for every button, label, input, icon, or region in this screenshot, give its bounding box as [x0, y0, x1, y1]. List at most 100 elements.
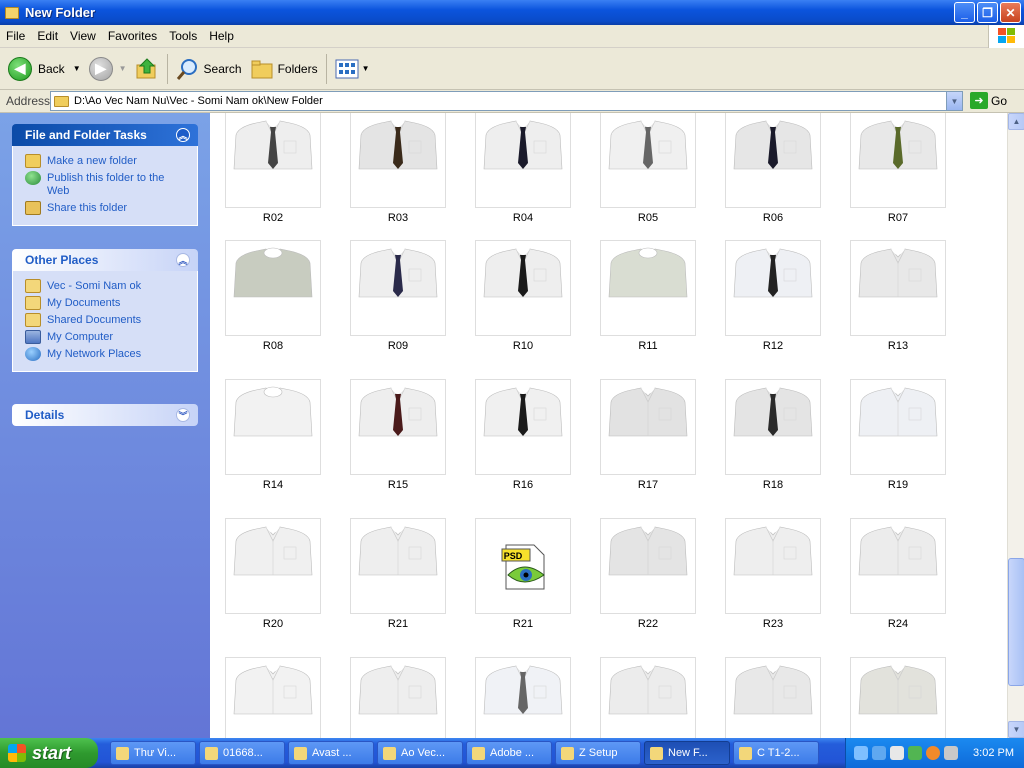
file-thumbnail: PSD	[475, 518, 571, 614]
taskbar-button[interactable]: 01668...	[199, 741, 285, 765]
shirt-thumbnail-image	[608, 120, 688, 170]
taskbar-button[interactable]: C T1-2...	[733, 741, 819, 765]
place-my-computer[interactable]: My Computer	[25, 330, 189, 344]
tray-ie-icon[interactable]	[872, 746, 886, 760]
file-item[interactable]: R04	[475, 113, 571, 224]
file-item[interactable]: R20	[225, 518, 321, 630]
menu-edit[interactable]: Edit	[31, 29, 64, 43]
file-item[interactable]: R09	[350, 240, 446, 352]
file-item[interactable]: R22	[600, 518, 696, 630]
title-bar[interactable]: New Folder _ ❐ ✕	[0, 0, 1024, 25]
taskbar-button-label: Thư Vi...	[134, 747, 177, 759]
vertical-scrollbar[interactable]: ▲ ▼	[1007, 113, 1024, 738]
file-item[interactable]	[600, 657, 696, 738]
file-item[interactable]: R08	[225, 240, 321, 352]
file-item[interactable]	[350, 657, 446, 738]
file-item[interactable]: R07	[850, 113, 946, 224]
shirt-thumbnail-image	[733, 248, 813, 298]
file-item[interactable]: R21	[350, 518, 446, 630]
taskbar-button[interactable]: Z Setup	[555, 741, 641, 765]
file-item[interactable]: R03	[350, 113, 446, 224]
search-button[interactable]: Search	[172, 52, 246, 86]
file-item[interactable]	[225, 657, 321, 738]
file-item[interactable]: R10	[475, 240, 571, 352]
file-item[interactable]: R16	[475, 379, 571, 491]
collapse-chevron-icon[interactable]: ︽	[176, 128, 190, 142]
collapse-chevron-icon[interactable]: ︽	[176, 253, 190, 267]
forward-dropdown-icon[interactable]: ▼	[119, 64, 127, 73]
taskbar-button[interactable]: Adobe ...	[466, 741, 552, 765]
menu-view[interactable]: View	[64, 29, 102, 43]
taskbar-button-label: C T1-2...	[757, 747, 800, 759]
tray-hand-icon[interactable]	[890, 746, 904, 760]
taskbar-button[interactable]: Ao Vec...	[377, 741, 463, 765]
tray-avast-icon[interactable]	[926, 746, 940, 760]
new-folder-icon	[25, 154, 41, 168]
go-button[interactable]: ➜ Go	[970, 92, 1007, 109]
menu-file[interactable]: File	[0, 29, 31, 43]
file-item[interactable]: R18	[725, 379, 821, 491]
tray-monitor-icon[interactable]	[854, 746, 868, 760]
file-item[interactable]: R05	[600, 113, 696, 224]
file-item[interactable]: R06	[725, 113, 821, 224]
taskbar-button-label: 01668...	[223, 747, 263, 759]
file-item[interactable]	[850, 657, 946, 738]
tray-network-icon[interactable]	[908, 746, 922, 760]
place-shared-documents[interactable]: Shared Documents	[25, 313, 189, 327]
scroll-down-button[interactable]: ▼	[1008, 721, 1024, 738]
task-label: Publish this folder to the Web	[47, 172, 165, 197]
file-item[interactable]: R23	[725, 518, 821, 630]
task-publish-folder[interactable]: Publish this folder to the Web	[25, 171, 189, 198]
tray-settings-icon[interactable]	[944, 746, 958, 760]
up-folder-button[interactable]	[131, 52, 163, 86]
forward-button[interactable]: ▶ ▼	[85, 52, 131, 86]
file-item[interactable]: R14	[225, 379, 321, 491]
taskbar-button[interactable]: Avast ...	[288, 741, 374, 765]
file-item[interactable]: R12	[725, 240, 821, 352]
minimize-button[interactable]: _	[954, 2, 975, 23]
shirt-thumbnail-image	[733, 120, 813, 170]
file-item[interactable]: R13	[850, 240, 946, 352]
file-item[interactable]: R24	[850, 518, 946, 630]
shirt-thumbnail-image	[233, 526, 313, 576]
scroll-thumb[interactable]	[1008, 558, 1024, 686]
expand-chevron-icon[interactable]: ︾	[176, 408, 190, 422]
scroll-up-button[interactable]: ▲	[1008, 113, 1024, 130]
file-item[interactable]: R17	[600, 379, 696, 491]
file-item[interactable]: R02	[225, 113, 321, 224]
menu-help[interactable]: Help	[203, 29, 240, 43]
start-button[interactable]: start	[0, 738, 98, 768]
menu-favorites[interactable]: Favorites	[102, 29, 163, 43]
views-button[interactable]: ▼	[331, 52, 374, 86]
back-dropdown-icon[interactable]: ▼	[73, 64, 81, 73]
file-item[interactable]: R19	[850, 379, 946, 491]
file-name: R21	[387, 618, 409, 630]
file-item[interactable]	[475, 657, 571, 738]
close-button[interactable]: ✕	[1000, 2, 1021, 23]
place-vec-somi-nam-ok[interactable]: Vec - Somi Nam ok	[25, 279, 189, 293]
my-documents-icon	[25, 296, 41, 310]
file-item[interactable]: PSD R21	[475, 518, 571, 630]
place-my-network-places[interactable]: My Network Places	[25, 347, 189, 361]
file-thumbnail	[725, 379, 821, 475]
file-folder-tasks-header[interactable]: File and Folder Tasks ︽	[12, 124, 198, 146]
task-make-new-folder[interactable]: Make a new folder	[25, 154, 189, 168]
restore-button[interactable]: ❐	[977, 2, 998, 23]
folders-button[interactable]: Folders	[246, 52, 322, 86]
other-places-header[interactable]: Other Places ︽	[12, 249, 198, 271]
menu-tools[interactable]: Tools	[163, 29, 203, 43]
search-label: Search	[203, 61, 242, 76]
place-my-documents[interactable]: My Documents	[25, 296, 189, 310]
taskbar-button[interactable]: New F...	[644, 741, 730, 765]
task-share-folder[interactable]: Share this folder	[25, 201, 189, 215]
file-item[interactable]: R15	[350, 379, 446, 491]
app-icon	[739, 746, 752, 760]
back-button[interactable]: ◀ Back ▼	[4, 52, 85, 86]
file-item[interactable]	[725, 657, 821, 738]
taskbar-button[interactable]: Thư Vi...	[110, 741, 196, 765]
address-input[interactable]: D:\Ao Vec Nam Nu\Vec - Somi Nam ok\New F…	[50, 91, 963, 111]
file-item[interactable]: R11	[600, 240, 696, 352]
address-dropdown-button[interactable]: ▼	[946, 92, 962, 110]
details-header[interactable]: Details ︾	[12, 404, 198, 426]
file-thumbnail	[850, 657, 946, 738]
